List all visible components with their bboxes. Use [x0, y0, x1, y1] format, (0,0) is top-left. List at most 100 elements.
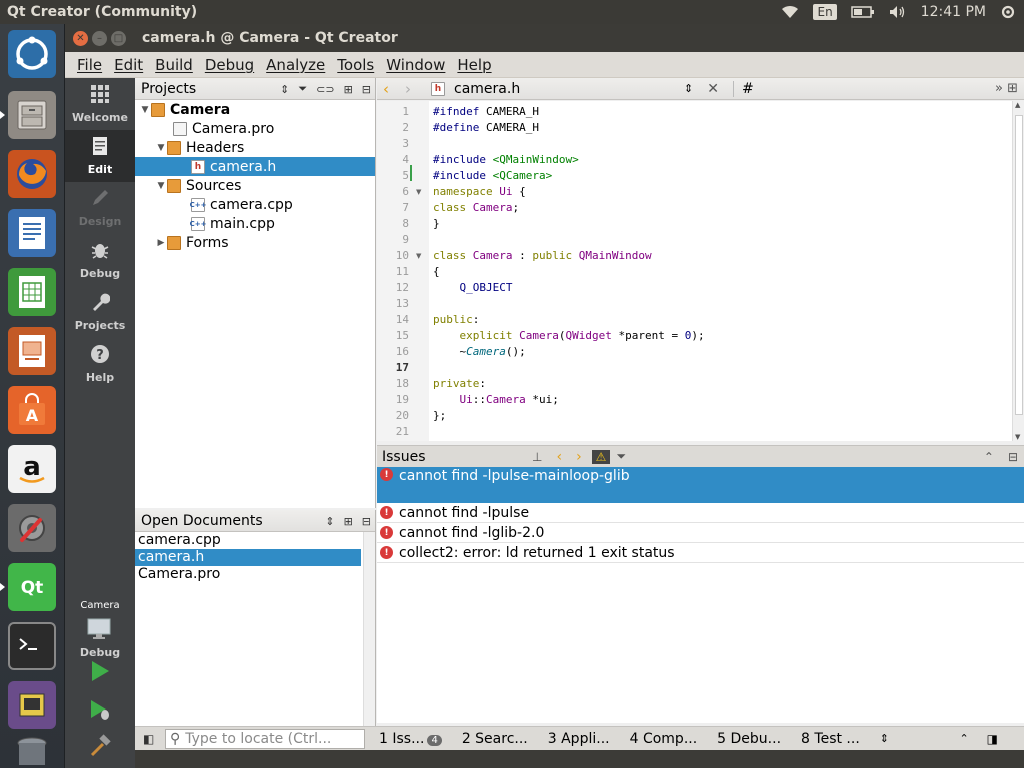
code-line[interactable]: #ifndef CAMERA_H	[433, 104, 539, 120]
files-launcher[interactable]	[0, 89, 59, 141]
output-tab-search[interactable]: 2 Searc...	[456, 731, 534, 747]
overflow-chevron-icon[interactable]: » ⊞	[995, 81, 1018, 96]
keyboard-layout-indicator[interactable]: En	[813, 4, 837, 20]
menu-edit[interactable]: Edit	[108, 56, 149, 74]
menu-file[interactable]: File	[71, 56, 108, 74]
code-line[interactable]: };	[433, 408, 446, 424]
scrollbar-thumb[interactable]	[1015, 115, 1023, 415]
clean-icon[interactable]: ⊥	[532, 450, 542, 464]
output-tab-compile[interactable]: 4 Comp...	[624, 731, 704, 747]
tree-item-camera-h[interactable]: h camera.h	[135, 157, 375, 176]
split-icon[interactable]: ⊞	[344, 83, 353, 96]
code-line[interactable]: {	[433, 264, 440, 280]
close-document-icon[interactable]: ✕	[707, 81, 719, 97]
more-tabs-icon[interactable]: ⇕	[880, 732, 889, 745]
code-line[interactable]: }	[433, 216, 440, 232]
minimize-window-button[interactable]: –	[92, 30, 107, 46]
wifi-icon[interactable]	[781, 5, 799, 19]
locator-input[interactable]: ⚲ Type to locate (Ctrl...	[165, 728, 365, 749]
tree-item-headers[interactable]: ▼ Headers	[135, 138, 375, 157]
open-doc-camera-cpp[interactable]: camera.cpp	[135, 532, 375, 549]
filter-icon[interactable]: ⏷	[616, 449, 626, 464]
output-tab-debugger[interactable]: 5 Debu...	[711, 731, 787, 747]
mode-help[interactable]: ? Help	[65, 338, 135, 390]
battery-icon[interactable]	[850, 6, 875, 18]
system-settings-launcher[interactable]	[5, 502, 59, 554]
tree-item-camera-pro[interactable]: Camera.pro	[135, 119, 375, 138]
toggle-sidebar-icon[interactable]: ◧	[143, 732, 154, 746]
code-line[interactable]: #include <QCamera>	[433, 168, 552, 184]
trash-launcher[interactable]	[5, 732, 59, 768]
navigate-back-icon[interactable]: ‹	[383, 80, 389, 98]
tree-item-camera-cpp[interactable]: C++ camera.cpp	[135, 195, 375, 214]
maximize-panel-icon[interactable]: ⌃	[984, 450, 994, 464]
code-line[interactable]: public:	[433, 312, 479, 328]
open-documents-scrollbar[interactable]: ▼	[363, 532, 375, 744]
code-line[interactable]: Q_OBJECT	[433, 280, 513, 296]
code-line[interactable]: #define CAMERA_H	[433, 120, 539, 136]
menu-analyze[interactable]: Analyze	[260, 56, 331, 74]
code-line[interactable]: class Camera : public QMainWindow	[433, 248, 652, 264]
close-panel-icon[interactable]: ⊟	[1008, 450, 1018, 464]
open-documents-title[interactable]: Open Documents	[141, 513, 263, 529]
code-line[interactable]: ~Camera();	[433, 344, 525, 360]
maximize-output-icon[interactable]: ⌃	[959, 732, 968, 745]
collapse-arrow-icon[interactable]: ▼	[155, 181, 167, 191]
dropdown-arrows-icon[interactable]: ⇕	[325, 515, 334, 528]
scroll-down-icon[interactable]: ▼	[1015, 433, 1020, 441]
mode-design[interactable]: Design	[65, 182, 135, 234]
file-dropdown-icon[interactable]: ⇕	[684, 82, 693, 95]
firefox-launcher[interactable]	[5, 148, 59, 200]
photo-viewer-launcher[interactable]	[5, 679, 59, 731]
calc-launcher[interactable]	[5, 266, 59, 318]
issue-row[interactable]: ! cannot find -lpulse-mainloop-glib	[377, 467, 1024, 503]
tree-item-forms[interactable]: ▶ Forms	[135, 233, 375, 252]
code-line[interactable]: explicit Camera(QWidget *parent = 0);	[433, 328, 705, 344]
mode-welcome[interactable]: Welcome	[65, 78, 135, 130]
warning-filter-icon[interactable]: ⚠	[591, 449, 611, 464]
maximize-window-button[interactable]: □	[111, 30, 126, 46]
clock[interactable]: 12:41 PM	[921, 4, 986, 20]
terminal-launcher[interactable]	[5, 620, 59, 672]
code-line[interactable]: private:	[433, 376, 486, 392]
collapse-arrow-icon[interactable]: ▼	[155, 143, 167, 153]
amazon-launcher[interactable]: a	[5, 443, 59, 495]
tree-item-camera-project[interactable]: ▼ Camera	[135, 100, 375, 119]
projects-pane-title[interactable]: Projects	[141, 81, 196, 97]
run-button[interactable]	[87, 658, 113, 684]
link-icon[interactable]: ⊂⊃	[316, 83, 334, 96]
software-center-launcher[interactable]: A	[5, 384, 59, 436]
volume-icon[interactable]	[889, 5, 907, 19]
impress-launcher[interactable]	[5, 325, 59, 377]
symbol-selector[interactable]: #	[732, 80, 754, 97]
open-doc-camera-h[interactable]: camera.h	[135, 549, 361, 566]
output-tab-application[interactable]: 3 Appli...	[542, 731, 616, 747]
fold-marker-icon[interactable]: ▼	[416, 184, 421, 200]
mode-debug[interactable]: Debug	[65, 234, 135, 286]
qt-creator-launcher[interactable]: Qt	[0, 561, 59, 613]
menu-help[interactable]: Help	[451, 56, 497, 74]
issue-row[interactable]: ! collect2: error: ld returned 1 exit st…	[377, 543, 1024, 563]
build-hammer-button[interactable]	[87, 733, 113, 759]
scroll-up-icon[interactable]: ▲	[1015, 101, 1020, 109]
code-line[interactable]: class Camera;	[433, 200, 519, 216]
split-icon[interactable]: ⊞	[344, 515, 353, 528]
writer-launcher[interactable]	[5, 207, 59, 259]
mode-edit[interactable]: Edit	[65, 130, 135, 182]
open-doc-camera-pro[interactable]: Camera.pro	[135, 566, 375, 583]
issue-row[interactable]: ! cannot find -lglib-2.0	[377, 523, 1024, 543]
code-editor[interactable]: 1 2 3 4 5 6 ▼ 7 8 9 10 ▼ 11 12 13 14 15 16 17 18 19 20 21 #ifn…	[377, 101, 1024, 441]
debug-run-button[interactable]	[87, 697, 113, 723]
menu-window[interactable]: Window	[380, 56, 451, 74]
previous-issue-icon[interactable]: ‹	[556, 449, 562, 465]
output-tab-issues[interactable]: 1 Iss... 4	[373, 731, 448, 747]
code-line[interactable]: #include <QMainWindow>	[433, 152, 579, 168]
menu-build[interactable]: Build	[149, 56, 199, 74]
issue-row[interactable]: ! cannot find -lpulse	[377, 503, 1024, 523]
mode-projects[interactable]: Projects	[65, 286, 135, 338]
power-gear-icon[interactable]	[1000, 4, 1016, 20]
menu-debug[interactable]: Debug	[199, 56, 260, 74]
fold-marker-icon[interactable]: ▼	[416, 248, 421, 264]
filter-icon[interactable]: ⏷	[298, 82, 307, 96]
editor-scrollbar[interactable]: ▲ ▼	[1012, 101, 1024, 441]
